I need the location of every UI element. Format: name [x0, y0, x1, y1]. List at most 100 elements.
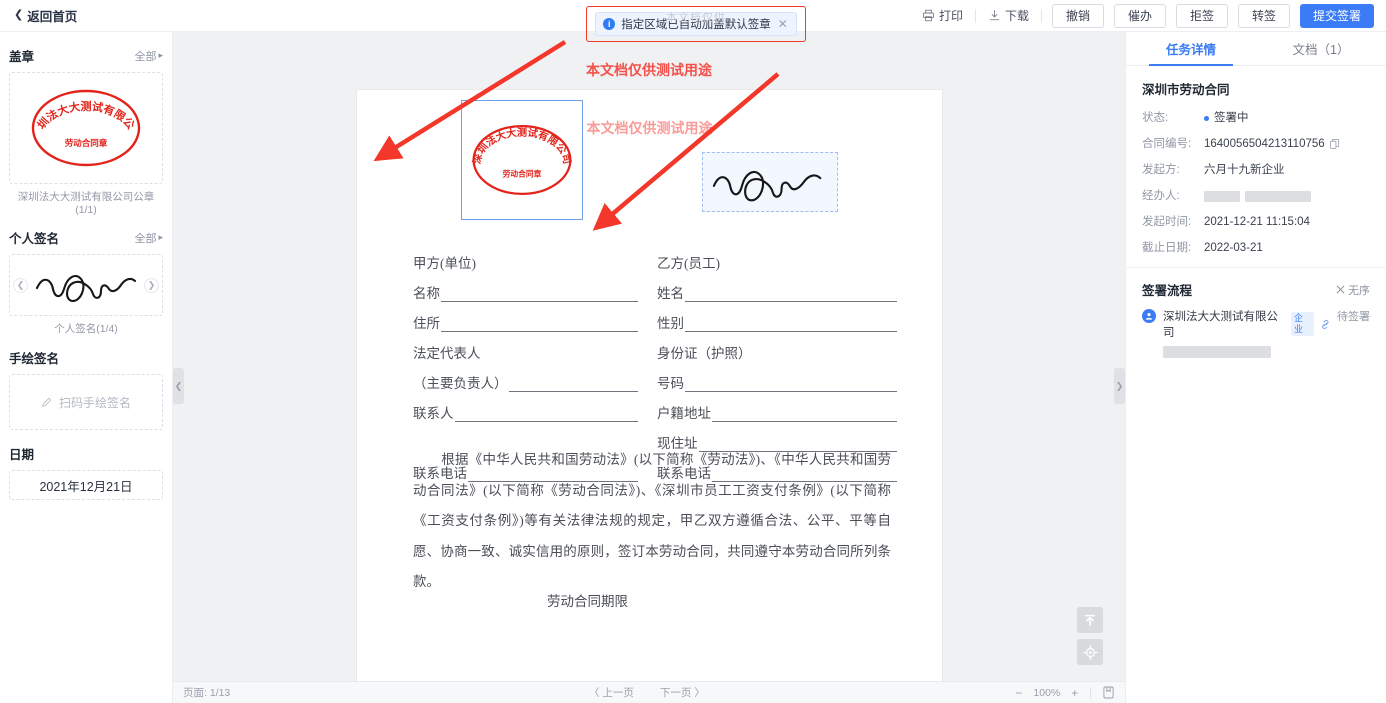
panel-tabs: 任务详情 文档（1）: [1126, 32, 1386, 66]
download-button[interactable]: 下载: [976, 7, 1041, 24]
contract-page[interactable]: 本文档仅供测试用途 甲方(单位) 名称 住所 法定代表人 （主要负责人） 联系人 联系电话 …: [357, 90, 942, 690]
task-detail-body: 深圳市劳动合同 状态: 签署中 合同编号: 164005650421311075…: [1126, 66, 1386, 255]
handwritten-signature-graphic: [35, 275, 137, 303]
document-viewer[interactable]: 本文档仅供测试用途 本文档仅供测试用途 甲方(单位) 名称 住所 法定代表人 （主要负责…: [173, 32, 1125, 703]
reject-sign-button[interactable]: 拒签: [1175, 3, 1228, 28]
party-b-field-input-line[interactable]: [721, 257, 897, 272]
field-initiate-time: 发起时间: 2021-12-21 11:15:04: [1142, 215, 1370, 229]
close-icon[interactable]: ✕: [778, 17, 788, 31]
status-dot-icon: [1204, 115, 1209, 121]
next-page-button[interactable]: 下一页 〉: [660, 685, 705, 700]
seal-view-all-button[interactable]: 全部 ▸: [134, 48, 163, 64]
party-a-field-row: 联系人: [413, 392, 638, 422]
contract-preamble-text: 根据《中华人民共和国劳动法》(以下简称《劳动法》)、《中华人民共和国劳动合同法》…: [413, 452, 891, 589]
copy-icon[interactable]: [1329, 139, 1339, 149]
sign-flow-order-label: 无序: [1348, 284, 1370, 297]
urge-button[interactable]: 催办: [1113, 3, 1166, 28]
field-contract-no-value-wrap: 1640056504213110756: [1204, 137, 1339, 151]
party-b-field-label: 户籍地址: [657, 406, 711, 421]
party-b-signature-field[interactable]: [702, 152, 838, 212]
date-section-header: 日期: [9, 444, 163, 463]
signature-next-button[interactable]: ❯: [144, 278, 159, 293]
date-stamp-card[interactable]: 2021年12月21日: [9, 470, 163, 500]
sign-flow-order[interactable]: 无序: [1336, 282, 1370, 298]
person-icon: [1145, 312, 1153, 320]
signature-section-header: 个人签名 全部 ▸: [9, 228, 163, 247]
party-a-field-input-line[interactable]: [508, 377, 638, 392]
field-status-value-wrap: 签署中: [1204, 111, 1249, 125]
scan-handwrite-card[interactable]: 扫码手绘签名: [9, 374, 163, 430]
party-a-field-input-line[interactable]: [477, 257, 638, 272]
party-b-field-row: 性别: [657, 302, 897, 332]
revoke-button[interactable]: 撤销: [1051, 3, 1104, 28]
party-b-field-label: 身份证（护照）: [657, 346, 752, 361]
party-a-field-label: 甲方(单位): [413, 256, 476, 271]
field-handler: 经办人:: [1142, 189, 1370, 203]
party-b-field-input-line[interactable]: [685, 287, 897, 302]
party-b-field-row: 乙方(员工): [657, 242, 897, 272]
party-b-field-row: 姓名: [657, 272, 897, 302]
date-section-title: 日期: [9, 448, 35, 462]
personal-signature-caption: 个人签名(1/4): [54, 323, 118, 335]
toast-background-text: 本文档仅供: [666, 12, 726, 24]
party-a-field-input-line[interactable]: [482, 347, 639, 362]
back-home-button[interactable]: ❮ 返回首页: [14, 6, 77, 25]
party-a-field-label: 法定代表人: [413, 346, 481, 361]
top-actions: 打印 下载 撤销 催办 拒签 转签 提交签署: [910, 3, 1386, 28]
esign-app: ❮ 返回首页 打印 下载 撤销 催办 拒签 转签 提交签署 本文档仅供 i 指定…: [0, 0, 1386, 703]
tab-task-detail[interactable]: 任务详情: [1126, 32, 1256, 66]
seal-section-title: 盖章: [9, 50, 35, 64]
link-icon[interactable]: [1320, 319, 1331, 330]
handwrite-section-title: 手绘签名: [9, 352, 60, 366]
personal-signature-card[interactable]: ❮ ❯: [9, 254, 163, 316]
signature-prev-button[interactable]: ❮: [13, 278, 28, 293]
collapse-right-panel-handle[interactable]: ❯: [1114, 368, 1125, 404]
arrow-up-to-line-icon: [1084, 614, 1096, 627]
fit-page-icon[interactable]: [1103, 686, 1114, 699]
download-label: 下载: [1004, 9, 1029, 23]
locate-signature-button[interactable]: [1077, 639, 1103, 665]
status-badge: 签署中: [1214, 112, 1249, 124]
scan-handwrite-action[interactable]: 扫码手绘签名: [41, 394, 131, 411]
info-icon: i: [603, 18, 616, 30]
party-b-field-input-line[interactable]: [685, 377, 897, 392]
signature-view-all-button[interactable]: 全部 ▸: [134, 230, 163, 246]
print-button[interactable]: 打印: [910, 7, 975, 24]
scroll-to-top-button[interactable]: [1077, 607, 1103, 633]
transfer-sign-button[interactable]: 转签: [1237, 3, 1290, 28]
party-b-field-label: 乙方(员工): [657, 256, 720, 271]
date-stamp-value: 2021年12月21日: [39, 479, 133, 494]
redacted-block: [1245, 190, 1311, 202]
party-b-field-row: 身份证（护照）: [657, 332, 897, 362]
party-a-field-input-line[interactable]: [441, 287, 638, 302]
party-a-field-input-line[interactable]: [454, 407, 638, 422]
party-a-field-row: 住所: [413, 302, 638, 332]
back-home-label: 返回首页: [27, 10, 78, 24]
party-b-field-input-line[interactable]: [753, 347, 898, 362]
scan-handwrite-label: 扫码手绘签名: [58, 395, 131, 410]
field-deadline: 截止日期: 2022-03-21: [1142, 241, 1370, 255]
party-a-seal-field[interactable]: 深圳法大大测试有限公司 劳动合同章: [461, 100, 583, 220]
party-b-field-input-line[interactable]: [685, 317, 897, 332]
party-b-field-input-line[interactable]: [712, 407, 897, 422]
avatar: [1142, 309, 1156, 323]
party-a-field-input-line[interactable]: [441, 317, 638, 332]
company-seal-caption: 深圳法大大测试有限公司公章(1/1): [17, 191, 155, 216]
seal-view-all-label: 全部: [134, 50, 157, 63]
zoom-in-button[interactable]: +: [1071, 686, 1078, 700]
zoom-out-button[interactable]: −: [1015, 686, 1022, 700]
floating-action-buttons: [1077, 607, 1103, 665]
submit-sign-button[interactable]: 提交签署: [1299, 3, 1374, 28]
sign-flow-item[interactable]: 深圳法大大测试有限公司 企业 待签署: [1126, 308, 1386, 358]
tab-documents[interactable]: 文档（1）: [1256, 32, 1386, 65]
prev-page-button[interactable]: 〈 上一页: [589, 685, 634, 700]
party-a-field-label: 名称: [413, 286, 440, 301]
field-initiator: 发起方: 六月十九新企业: [1142, 163, 1370, 177]
company-seal-card[interactable]: 深圳法大大测试有限公司 劳动合同章: [9, 72, 163, 184]
field-status: 状态: 签署中: [1142, 111, 1370, 125]
party-a-field-row: （主要负责人）: [413, 362, 638, 392]
field-initiate-time-value: 2021-12-21 11:15:04: [1204, 216, 1310, 228]
collapse-left-panel-handle[interactable]: ❮: [173, 368, 184, 404]
contract-number: 1640056504213110756: [1204, 138, 1325, 150]
field-contract-no: 合同编号: 1640056504213110756: [1142, 137, 1370, 151]
